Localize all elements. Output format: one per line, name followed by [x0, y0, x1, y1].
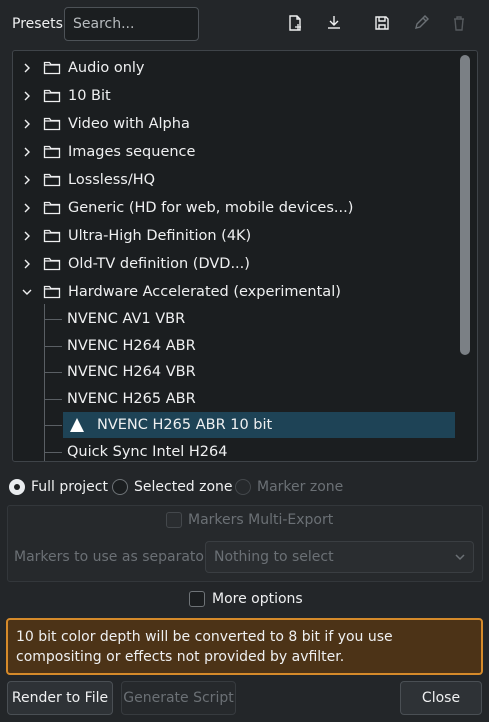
markers-separator-value: Nothing to select	[214, 549, 334, 565]
warning-text: 10 bit color depth will be converted to …	[16, 629, 393, 665]
tree-guide-branch	[44, 451, 62, 453]
tree-category-row[interactable]: Images sequence	[13, 138, 453, 166]
chevron-right-icon[interactable]	[21, 258, 33, 270]
chevron-right-icon[interactable]	[21, 90, 33, 102]
folder-icon	[43, 173, 61, 187]
delete-icon[interactable]	[448, 12, 470, 34]
render-to-file-button[interactable]: Render to File	[7, 681, 113, 715]
presets-label: Presets	[12, 16, 63, 32]
new-preset-icon[interactable]	[284, 12, 306, 34]
tree-guide-line	[44, 304, 45, 461]
selected-zone-radio-icon[interactable]	[112, 479, 128, 495]
tree-category-label: 10 Bit	[68, 88, 111, 104]
edit-icon[interactable]	[410, 12, 432, 34]
tree-category-label: Images sequence	[68, 144, 196, 160]
more-options-checkbox[interactable]: More options	[189, 591, 303, 607]
tree-category-label: Hardware Accelerated (experimental)	[68, 284, 341, 300]
chevron-right-icon[interactable]	[21, 230, 33, 242]
tree-category-label: Video with Alpha	[68, 116, 190, 132]
generate-script-button[interactable]: Generate Script	[121, 681, 236, 715]
tree-category-label: Generic (HD for web, mobile devices...)	[68, 200, 354, 216]
download-icon[interactable]	[323, 12, 345, 34]
marker-zone-label: Marker zone	[257, 479, 344, 495]
folder-icon	[43, 89, 61, 103]
markers-multi-export-checkbox: Markers Multi-Export	[166, 512, 333, 528]
tree-preset-row[interactable]: Quick Sync Intel H264	[63, 439, 455, 462]
full-project-radio-icon[interactable]	[9, 479, 25, 495]
folder-icon	[43, 257, 61, 271]
tree-preset-row[interactable]: NVENC H265 ABR 10 bit	[63, 412, 455, 438]
close-button[interactable]: Close	[400, 681, 482, 715]
chevron-right-icon[interactable]	[21, 202, 33, 214]
radio-selected-zone[interactable]: Selected zone	[112, 477, 233, 497]
tree-preset-label: NVENC H265 ABR 10 bit	[97, 417, 273, 433]
folder-icon	[43, 201, 61, 215]
tree-category-row[interactable]: Generic (HD for web, mobile devices...)	[13, 194, 453, 222]
folder-icon	[43, 61, 61, 75]
markers-separator-select: Nothing to select	[205, 541, 474, 573]
save-icon[interactable]	[371, 12, 393, 34]
full-project-label: Full project	[31, 479, 108, 495]
tree-guide-branch	[44, 398, 62, 400]
tree-guide-branch	[44, 425, 62, 426]
tree-preset-label: NVENC H265 ABR	[67, 390, 196, 407]
markers-multi-export-label: Markers Multi-Export	[188, 512, 334, 528]
tree-preset-label: Quick Sync Intel H264	[67, 443, 228, 460]
folder-icon	[43, 285, 61, 299]
more-options-checkbox-icon[interactable]	[189, 591, 205, 607]
warning-message: 10 bit color depth will be converted to …	[6, 618, 483, 675]
tree-guide-branch	[44, 319, 62, 320]
folder-icon	[43, 229, 61, 243]
tree-scrollbar[interactable]	[460, 55, 470, 355]
tree-guide-branch	[44, 345, 62, 347]
tree-category-label: Audio only	[68, 60, 145, 76]
tree-preset-row[interactable]: NVENC H265 ABR	[63, 386, 455, 412]
chevron-right-icon[interactable]	[21, 118, 33, 130]
chevron-right-icon[interactable]	[21, 174, 33, 186]
tree-category-row[interactable]: Lossless/HQ	[13, 166, 453, 194]
tree-preset-label: NVENC H264 VBR	[67, 364, 196, 380]
chevron-down-icon[interactable]	[21, 286, 33, 298]
tree-category-label: Old-TV definition (DVD...)	[68, 256, 250, 272]
tree-category-row[interactable]: 10 Bit	[13, 82, 453, 110]
preset-tree[interactable]: Audio only 10 Bit Video with Alpha Images s…	[12, 50, 478, 462]
tree-category-row[interactable]: Video with Alpha	[13, 110, 453, 138]
selected-zone-label: Selected zone	[134, 479, 233, 495]
tree-category-row[interactable]: Hardware Accelerated (experimental)	[13, 278, 453, 306]
tree-category-row[interactable]: Audio only	[13, 54, 453, 82]
search-input[interactable]	[64, 7, 199, 41]
more-options-label: More options	[212, 591, 303, 607]
radio-marker-zone: Marker zone	[235, 477, 343, 497]
tree-preset-label: NVENC AV1 VBR	[67, 311, 186, 327]
tree-category-row[interactable]: Old-TV definition (DVD...)	[13, 250, 453, 278]
warning-icon	[70, 418, 84, 432]
tree-category-label: Ultra-High Definition (4K)	[68, 228, 252, 244]
chevron-right-icon[interactable]	[21, 146, 33, 158]
tree-category-label: Lossless/HQ	[68, 172, 156, 188]
tree-preset-row[interactable]: NVENC AV1 VBR	[63, 306, 455, 332]
tree-preset-label: NVENC H264 ABR	[67, 337, 196, 354]
folder-icon	[43, 145, 61, 159]
tree-category-row[interactable]: Ultra-High Definition (4K)	[13, 222, 453, 250]
marker-zone-radio-icon	[235, 479, 251, 495]
radio-full-project[interactable]: Full project	[9, 477, 108, 497]
tree-preset-row[interactable]: NVENC H264 VBR	[63, 359, 455, 385]
markers-multi-export-checkbox-icon	[166, 512, 182, 528]
tree-preset-row[interactable]: NVENC H264 ABR	[63, 333, 455, 359]
folder-icon	[43, 117, 61, 131]
tree-guide-branch	[44, 372, 62, 373]
markers-separator-label: Markers to use as separator:	[14, 549, 215, 565]
chevron-right-icon[interactable]	[21, 62, 33, 74]
chevron-down-icon	[453, 550, 467, 568]
